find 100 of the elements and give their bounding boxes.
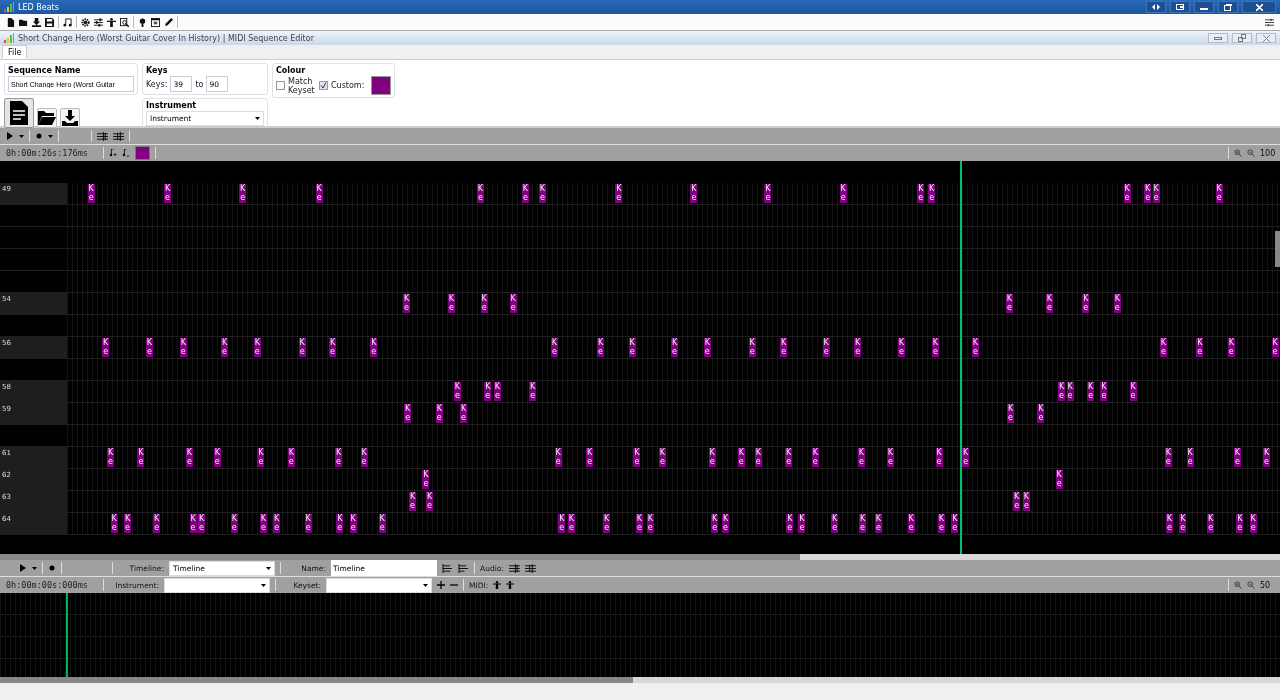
note-block[interactable]: Ke	[107, 448, 114, 467]
list-icon[interactable]	[442, 563, 453, 573]
note-block[interactable]: Ke	[857, 448, 865, 467]
list-icon[interactable]	[458, 563, 469, 573]
note-block[interactable]: Ke	[962, 448, 970, 467]
vertical-scrollbar-thumb[interactable]	[1275, 231, 1280, 267]
note-block[interactable]: Ke	[378, 514, 386, 533]
zoom-in-icon[interactable]	[1234, 149, 1242, 157]
note-block[interactable]: Ke	[1271, 338, 1279, 357]
play-icon[interactable]	[6, 132, 14, 140]
note-block[interactable]: Ke	[304, 514, 312, 533]
note-block[interactable]: Ke	[460, 404, 467, 423]
dropdown-arrow-icon[interactable]	[48, 134, 53, 138]
note-block[interactable]: Ke	[477, 184, 484, 203]
note-block[interactable]: Ke	[917, 184, 925, 203]
note-block[interactable]: Ke	[102, 338, 110, 357]
note-block[interactable]: Ke	[1165, 514, 1173, 533]
note-block[interactable]: Ke	[1207, 514, 1215, 533]
maximize-button[interactable]	[1218, 1, 1238, 13]
horizontal-scrollbar-thumb[interactable]	[0, 554, 800, 560]
note-block[interactable]: Ke	[658, 448, 666, 467]
note-block[interactable]: Ke	[298, 338, 306, 357]
sidebar-toggle-button[interactable]	[1146, 1, 1166, 13]
note-block[interactable]: Ke	[1164, 448, 1172, 467]
note-block[interactable]: Ke	[1005, 294, 1013, 313]
note-block[interactable]: Ke	[764, 184, 772, 203]
note-block[interactable]: Ke	[708, 448, 716, 467]
note-block[interactable]: Ke	[426, 492, 434, 511]
note-block[interactable]: Ke	[859, 514, 867, 533]
note-block[interactable]: Ke	[786, 514, 794, 533]
note-block[interactable]: Ke	[221, 338, 229, 357]
note-block[interactable]: Ke	[928, 184, 936, 203]
note-block[interactable]: Ke	[854, 338, 862, 357]
note-block[interactable]: Ke	[1022, 492, 1030, 511]
note-block[interactable]: Ke	[633, 448, 641, 467]
note-block[interactable]: Ke	[780, 338, 788, 357]
note-block[interactable]: Ke	[1263, 448, 1270, 467]
note-block[interactable]: Ke	[529, 382, 537, 401]
note-block[interactable]: Ke	[239, 184, 247, 203]
note-block[interactable]: Ke	[1066, 382, 1074, 401]
note-block[interactable]: Ke	[1233, 448, 1241, 467]
note-block[interactable]: Ke	[185, 448, 193, 467]
lines-icon[interactable]	[508, 563, 520, 573]
colour-swatch[interactable]	[135, 146, 150, 160]
instrument-dropdown[interactable]	[164, 577, 270, 593]
window-icon[interactable]	[151, 17, 160, 27]
note-block[interactable]: Ke	[145, 338, 153, 357]
note-block[interactable]: Ke	[615, 184, 623, 203]
note-block[interactable]: Ke	[153, 514, 161, 533]
note-block[interactable]: Ke	[1152, 184, 1160, 203]
checkbox[interactable]	[276, 81, 285, 90]
note-block[interactable]: Ke	[409, 492, 417, 511]
note-block[interactable]: Ke	[1123, 184, 1131, 203]
note-block[interactable]: Ke	[257, 448, 265, 467]
note-block[interactable]: Ke	[335, 448, 343, 467]
note-block[interactable]: Ke	[690, 184, 698, 203]
pencil-icon[interactable]	[164, 17, 173, 27]
note-block[interactable]: Ke	[179, 338, 187, 357]
close-button[interactable]	[1242, 1, 1276, 13]
note-block[interactable]: Ke	[671, 338, 679, 357]
lines-icon[interactable]	[524, 563, 536, 573]
folder-icon[interactable]	[19, 17, 28, 27]
download-icon[interactable]	[32, 17, 41, 27]
note-block[interactable]: Ke	[360, 448, 368, 467]
settings-icon[interactable]	[81, 17, 90, 27]
note-block[interactable]: Ke	[87, 184, 95, 203]
note-block[interactable]: Ke	[1186, 448, 1194, 467]
open-folder-button[interactable]	[37, 108, 57, 128]
note-block[interactable]: Ke	[509, 294, 517, 313]
note-block[interactable]: Ke	[124, 514, 131, 533]
note-block[interactable]: Ke	[1037, 404, 1045, 423]
note-block[interactable]: Ke	[480, 294, 488, 313]
note-block[interactable]: Ke	[1045, 294, 1053, 313]
note-block[interactable]: Ke	[1013, 492, 1021, 511]
note-block[interactable]: Ke	[435, 404, 443, 423]
minus-icon[interactable]	[450, 581, 458, 589]
note-block[interactable]: Ke	[703, 338, 711, 357]
note-block[interactable]: Ke	[874, 514, 882, 533]
note-block[interactable]: Ke	[1129, 382, 1137, 401]
note-block[interactable]: Ke	[253, 338, 261, 357]
zoom-in-icon[interactable]	[1234, 581, 1242, 589]
note-block[interactable]: Ke	[1100, 382, 1108, 401]
note-block[interactable]: Ke	[1249, 514, 1257, 533]
note-block[interactable]: Ke	[887, 448, 894, 467]
note-block[interactable]: Ke	[1058, 382, 1065, 401]
search-document-icon[interactable]	[120, 17, 129, 27]
dropdown-arrow-icon[interactable]	[32, 566, 37, 570]
note-block[interactable]: Ke	[907, 514, 915, 533]
note-block[interactable]: Ke	[315, 184, 323, 203]
note-block[interactable]: Ke	[831, 514, 839, 533]
note-block[interactable]: Ke	[1087, 382, 1095, 401]
zoom-out-icon[interactable]	[1247, 581, 1255, 589]
note-block[interactable]: Ke	[1236, 514, 1244, 533]
note-block[interactable]: Ke	[1159, 338, 1167, 357]
note-block[interactable]: Ke	[951, 514, 959, 533]
note-block[interactable]: Ke	[1196, 338, 1204, 357]
note-block[interactable]: Ke	[484, 382, 492, 401]
note-block[interactable]: Ke	[403, 294, 410, 313]
note-block[interactable]: Ke	[1082, 294, 1090, 313]
new-file-button[interactable]	[4, 98, 34, 128]
